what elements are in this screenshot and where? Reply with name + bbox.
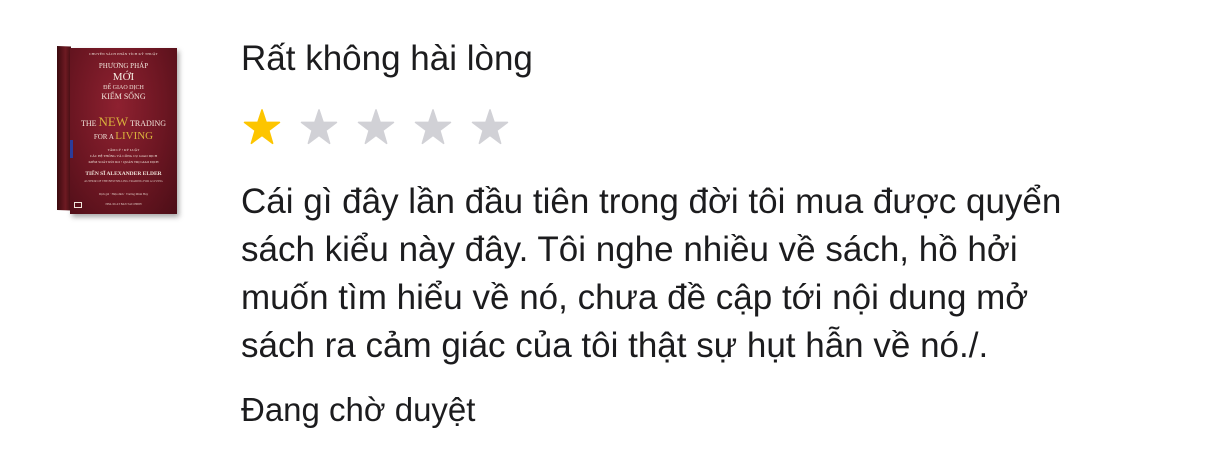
cover-title-en-for: FOR A	[93, 133, 114, 141]
cover-title-en-line1: THE NEW TRADING	[70, 115, 177, 128]
cover-title-vn-line1: PHƯƠNG PHÁP	[98, 62, 149, 70]
review-body-text: Cái gì đây lần đầu tiên trong đời tôi mu…	[241, 178, 1201, 370]
review-body-line: sách kiểu này đây. Tôi nghe nhiều về sác…	[241, 230, 1018, 269]
cover-title-en-new: NEW	[98, 114, 129, 129]
cover-author-en: AUTHOR OF THE BESTSELLING TRADING FOR A …	[84, 179, 163, 183]
star-empty-icon	[414, 109, 452, 145]
review-body-line: Cái gì đây lần đầu tiên trong đời tôi mu…	[241, 182, 1062, 221]
book-front-cover: CHUYÊN SÁCH PHÂN TÍCH KỸ THUẬT PHƯƠNG PH…	[70, 48, 177, 214]
cover-title-en-line2: FOR A LIVING	[70, 131, 177, 142]
review-title: Rất không hài lòng	[241, 39, 533, 78]
cover-title-vn-line4: KIẾM SỐNG	[101, 92, 146, 101]
cover-tagline-2: CÁC HỆ THỐNG VÀ CÔNG CỤ GIAO DỊCH	[89, 154, 158, 158]
star-empty-icon	[357, 109, 395, 145]
star-filled-icon	[243, 109, 281, 145]
star-rating	[243, 108, 509, 148]
cover-author: TIẾN SĨ ALEXANDER ELDER	[85, 171, 162, 177]
review-body-line: muốn tìm hiểu về nó, chưa đề cập tới nội…	[241, 278, 1029, 317]
cover-tagline-1: TÂM LÝ • KỶ LUẬT	[107, 148, 140, 152]
cover-tagline-3: KIỂM SOÁT RỦI RO • QUẢN TRỊ GIAO DỊCH	[88, 160, 159, 164]
star-empty-icon	[300, 109, 338, 145]
cover-title-en-mid: TRADING	[130, 119, 167, 128]
review-body-line: sách ra cảm giác của tôi thật sự hụt hẫn…	[241, 326, 989, 365]
book-spine	[57, 46, 71, 211]
book-cover-image[interactable]: CHUYÊN SÁCH PHÂN TÍCH KỸ THUẬT PHƯƠNG PH…	[57, 46, 179, 216]
star-empty-icon	[471, 109, 509, 145]
cover-series-text: CHUYÊN SÁCH PHÂN TÍCH KỸ THUẬT	[89, 52, 158, 56]
review-status: Đang chờ duyệt	[241, 391, 476, 428]
cover-title-en-pre: THE	[80, 119, 97, 128]
cover-credits: Dịch giả · Hiệu đính · Trương Minh Huy	[98, 192, 149, 196]
cover-title-en-living: LIVING	[115, 130, 154, 142]
cover-publisher: NHÀ XUẤT BẢN TÀI CHÍNH	[105, 203, 142, 206]
cover-title-vn-line3: ĐỂ GIAO DỊCH	[103, 85, 144, 91]
cover-title-vn-line2: MỚI	[112, 71, 135, 83]
review-card: CHUYÊN SÁCH PHÂN TÍCH KỸ THUẬT PHƯƠNG PH…	[0, 0, 1211, 467]
